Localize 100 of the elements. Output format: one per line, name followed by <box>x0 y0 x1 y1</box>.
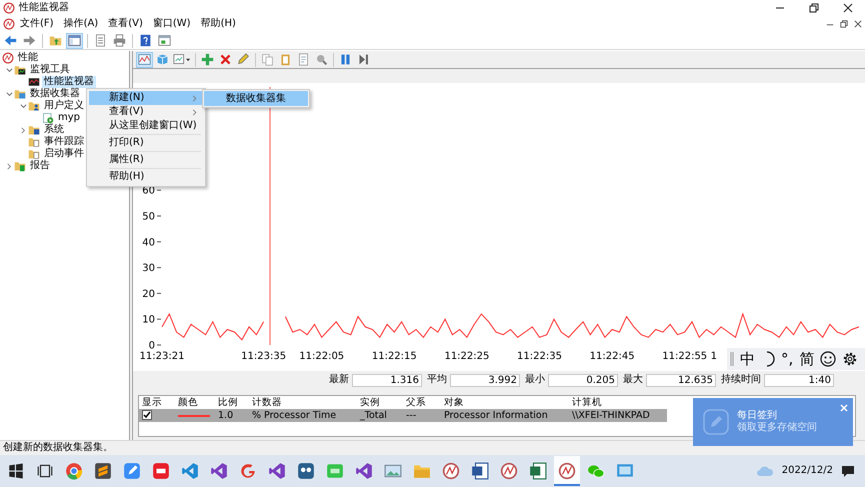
menu-item[interactable]: 窗口(W) <box>148 18 196 30</box>
tray-date[interactable]: 2022/12/2 <box>782 465 833 477</box>
x-tick-label: 11:23:21 <box>140 351 184 362</box>
window-title: 性能监视器 <box>19 2 69 14</box>
gauge-icon <box>500 462 518 480</box>
menu-item[interactable]: 操作(A) <box>58 18 104 30</box>
y-tick: 0 <box>148 340 162 352</box>
stat-value-field: 3.992 <box>450 374 520 386</box>
menu-item[interactable]: 数据收集器集 <box>204 91 308 106</box>
column-header[interactable]: 计算机 <box>569 396 667 409</box>
stat-label: 平均 <box>427 374 447 386</box>
properties-icon <box>297 53 310 66</box>
toolbar-button[interactable] <box>136 52 153 68</box>
pencil-badge-icon <box>703 409 729 435</box>
close-icon[interactable] <box>854 20 862 28</box>
gauge-icon <box>558 462 576 480</box>
notification-text: 领取更多存储空间 <box>737 422 817 434</box>
left-arrow-icon <box>4 34 17 47</box>
column-header[interactable]: 显示 <box>139 396 175 409</box>
help-icon <box>139 34 152 47</box>
cube-icon <box>156 53 169 66</box>
menu-item[interactable]: 帮助(H) <box>196 18 241 30</box>
notification-icon[interactable] <box>841 464 855 478</box>
toolbar-button[interactable] <box>66 32 83 48</box>
tree-item[interactable]: myp <box>56 112 82 124</box>
menu-item[interactable]: 查看(V) <box>89 105 203 119</box>
settings-icon[interactable] <box>842 351 858 367</box>
column-header[interactable]: 颜色 <box>175 396 215 409</box>
tree-item[interactable]: 系统 <box>42 124 66 136</box>
menu-item[interactable]: 查看(V) <box>103 18 148 30</box>
grip-icon[interactable] <box>730 352 734 366</box>
chevron-down-icon[interactable] <box>6 66 12 74</box>
y-tick-label: 10 <box>142 314 155 326</box>
toolbar-button[interactable] <box>156 32 173 48</box>
ime-button[interactable]: 中 <box>740 350 755 368</box>
x-tick-label: 11:23:35 <box>241 351 286 362</box>
x-tick-label: 11:22:45 <box>590 351 635 362</box>
document-play-icon <box>42 112 54 124</box>
toolbar-button[interactable] <box>111 32 128 48</box>
task-view-icon <box>36 462 54 480</box>
column-header[interactable]: 父系 <box>403 396 441 409</box>
chevron-right-icon[interactable] <box>20 126 26 134</box>
counter-row[interactable]: 1.0 % Processor Time _Total --- Processor Information \\XFEI-THINKPAD <box>139 409 667 422</box>
show-checkbox[interactable] <box>142 410 152 420</box>
x-tick-label: 11:22:55 <box>662 351 708 362</box>
pencil-icon <box>237 53 250 66</box>
stat-label: 最新 <box>329 374 349 386</box>
tree-item[interactable]: 用户定义 <box>42 100 86 112</box>
stat-value-field: 0.205 <box>548 374 618 386</box>
folder-user-icon <box>28 100 40 112</box>
folder-system-icon <box>28 124 40 136</box>
y-tick: 10 <box>142 314 162 326</box>
menu-item[interactable]: 文件(F) <box>15 18 59 30</box>
smiley-icon[interactable] <box>820 351 836 367</box>
dark-tile-icon <box>94 462 112 480</box>
gauge-icon <box>3 2 15 14</box>
notification-title: 每日签到 <box>737 410 778 422</box>
swirl-logo-icon <box>239 462 257 480</box>
magnifier-icon <box>315 53 328 66</box>
menu-item[interactable]: 从这里创建窗口(W) <box>89 119 203 133</box>
tree-item[interactable]: 报告 <box>28 160 52 172</box>
menu-item[interactable]: 属性(R) <box>89 153 203 167</box>
picture-icon <box>384 462 402 480</box>
sheet-tile-icon <box>529 462 547 480</box>
window-icon <box>158 34 171 47</box>
plus-icon <box>201 53 214 66</box>
ime-button[interactable]: 简 <box>799 350 814 368</box>
y-tick-label: 20 <box>142 288 155 300</box>
close-icon[interactable] <box>843 3 853 13</box>
column-header[interactable]: 计数器 <box>249 396 357 409</box>
tree-item[interactable]: 监视工具 <box>28 64 72 76</box>
menu-item[interactable]: 打印(R) <box>89 136 203 150</box>
column-header[interactable]: 比例 <box>215 396 249 409</box>
chevron-down-icon[interactable] <box>20 102 26 110</box>
chevron-down-icon[interactable] <box>6 90 12 98</box>
right-arrow-icon <box>23 34 36 47</box>
tree-item[interactable]: 性能 <box>16 52 40 64</box>
stat-value-field: 1.316 <box>352 374 422 386</box>
round-logo-icon <box>65 462 83 480</box>
chevron-right-icon[interactable] <box>6 162 12 170</box>
menu-item[interactable]: 帮助(H) <box>89 170 203 184</box>
tree-item[interactable]: 性能监视器 <box>42 76 96 88</box>
tree-item[interactable]: 启动事件 <box>42 148 86 160</box>
restore-icon[interactable] <box>840 20 848 28</box>
tree-item[interactable]: 事件跟踪 <box>42 136 86 148</box>
y-tick: 30 <box>142 263 162 274</box>
restore-icon[interactable] <box>809 3 819 13</box>
table-cell-text: 1.0 <box>217 409 234 422</box>
x-tick-label: 1 <box>710 351 717 362</box>
menu-item[interactable]: 新建(N) <box>89 91 203 105</box>
ime-button[interactable]: °, <box>781 350 794 368</box>
table-cell-text: Processor Information <box>443 409 549 422</box>
column-header[interactable]: 实例 <box>357 396 403 409</box>
copy-icon <box>261 53 274 66</box>
gauge-icon <box>3 18 15 30</box>
banner-tile-icon <box>152 462 170 480</box>
tree-item[interactable]: 数据收集器 <box>28 88 82 100</box>
x-tick-label: 11:22:05 <box>299 351 344 362</box>
x-tick-label: 11:22:15 <box>372 351 417 362</box>
column-header[interactable]: 对象 <box>441 396 569 409</box>
